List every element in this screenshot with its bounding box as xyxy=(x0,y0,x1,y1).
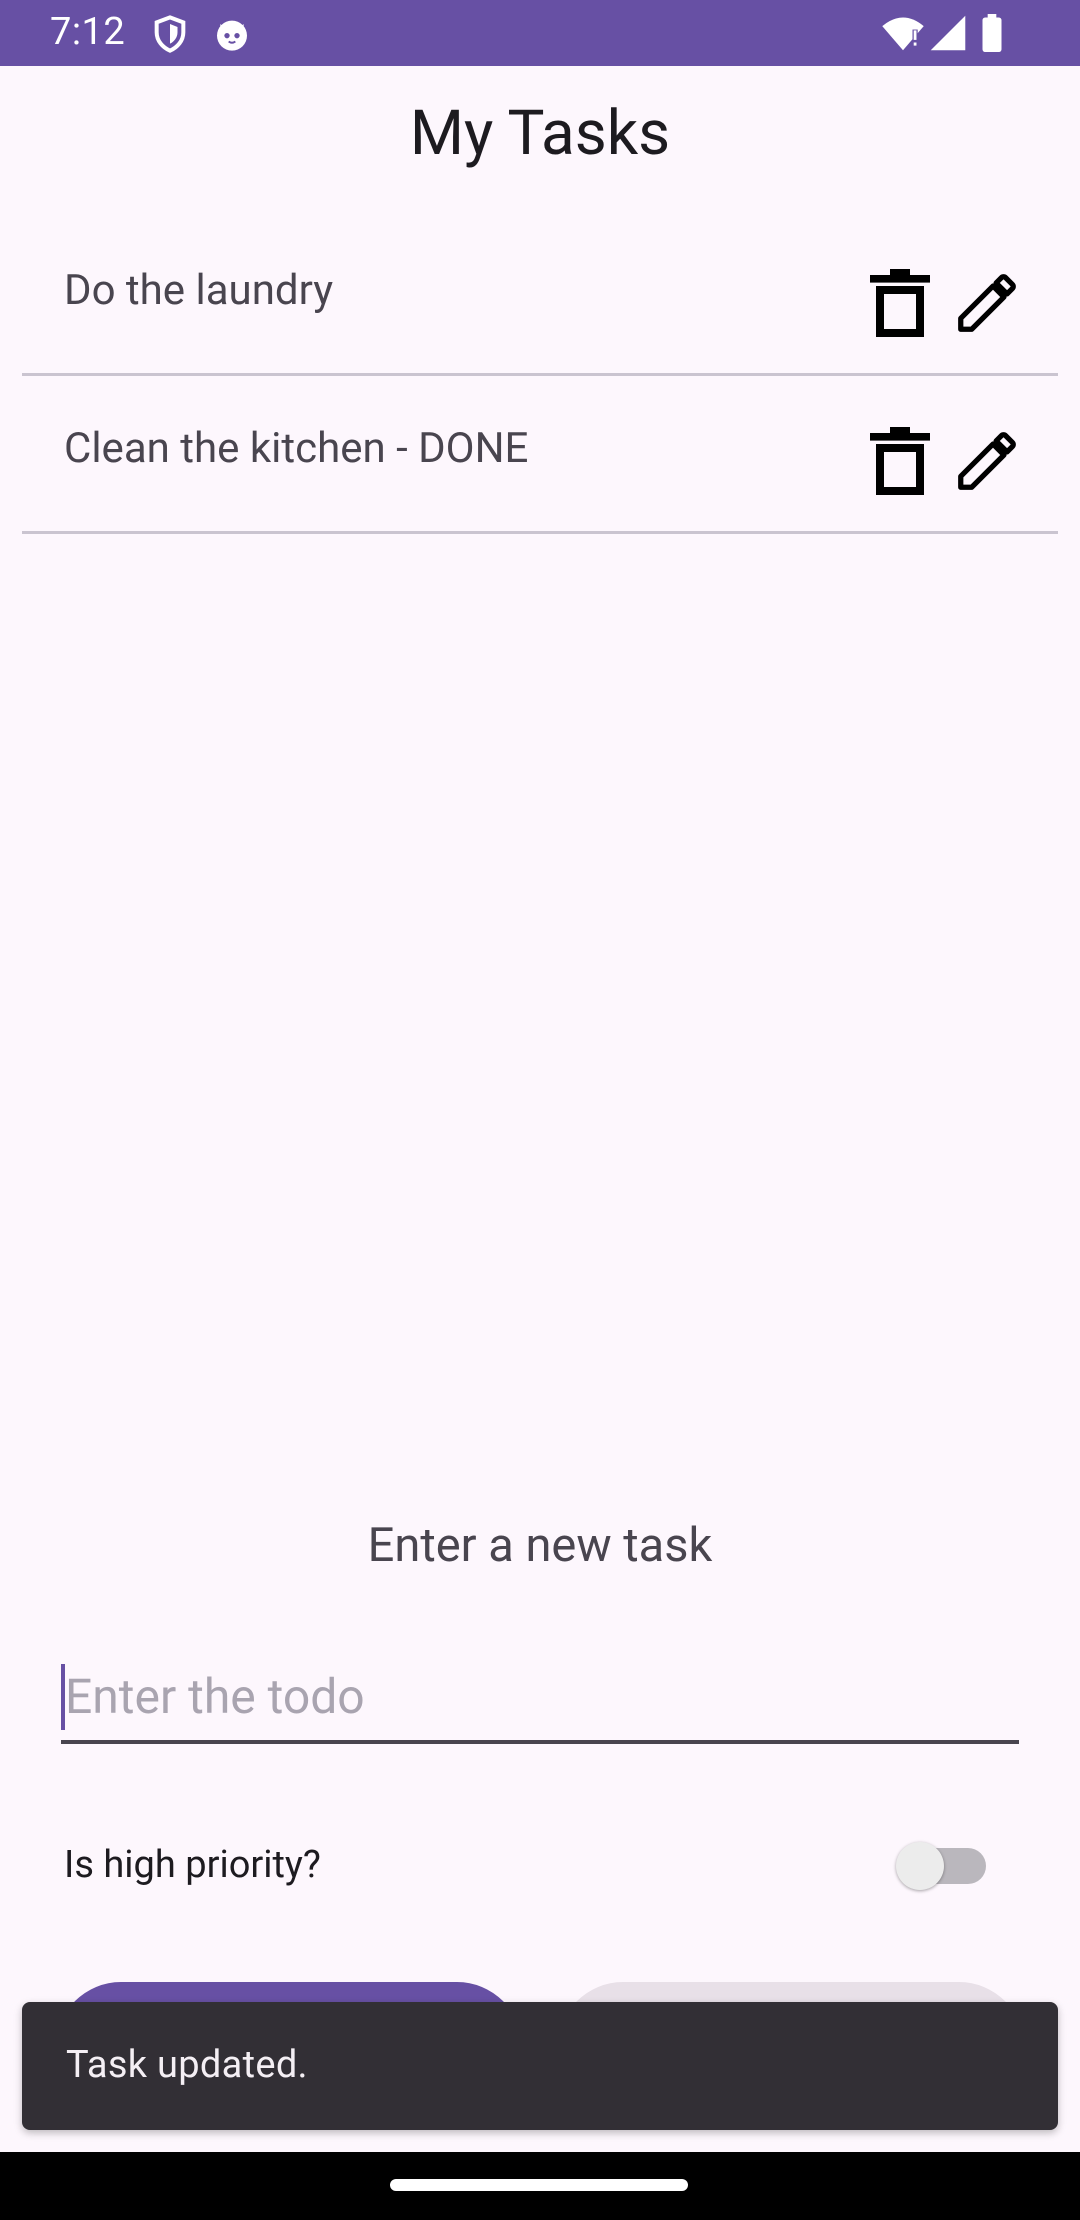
snackbar-message: Task updated. xyxy=(66,2043,308,2087)
switch-thumb xyxy=(896,1842,944,1890)
shield-icon xyxy=(154,15,186,53)
navigation-bar xyxy=(0,2152,1080,2220)
task-row[interactable]: Do the laundry xyxy=(22,218,1058,376)
todo-field[interactable] xyxy=(61,1660,1019,1744)
pencil-icon[interactable] xyxy=(952,268,1022,338)
task-list: Do the laundry Clean the kitchen - DONE xyxy=(22,218,1058,534)
task-label: Clean the kitchen - DONE xyxy=(64,424,529,473)
trash-icon[interactable] xyxy=(870,269,930,337)
battery-icon xyxy=(982,14,1002,52)
priority-switch[interactable] xyxy=(896,1842,988,1890)
cat-notification-icon xyxy=(217,20,247,51)
cellular-signal-icon xyxy=(930,15,966,51)
trash-icon[interactable] xyxy=(870,427,930,495)
todo-input[interactable] xyxy=(65,1660,1005,1732)
task-row[interactable]: Clean the kitchen - DONE xyxy=(22,376,1058,534)
home-gesture-handle[interactable] xyxy=(390,2179,688,2191)
snackbar: Task updated. xyxy=(22,2002,1058,2130)
status-time: 7:12 xyxy=(50,10,126,54)
form-heading: Enter a new task xyxy=(367,1518,713,1573)
task-label: Do the laundry xyxy=(64,266,334,315)
status-bar: 7:12 xyxy=(0,0,1080,66)
priority-label: Is high priority? xyxy=(64,1843,321,1887)
page-title: My Tasks xyxy=(409,97,671,170)
pencil-icon[interactable] xyxy=(952,426,1022,496)
wifi-alert-icon xyxy=(882,17,924,51)
